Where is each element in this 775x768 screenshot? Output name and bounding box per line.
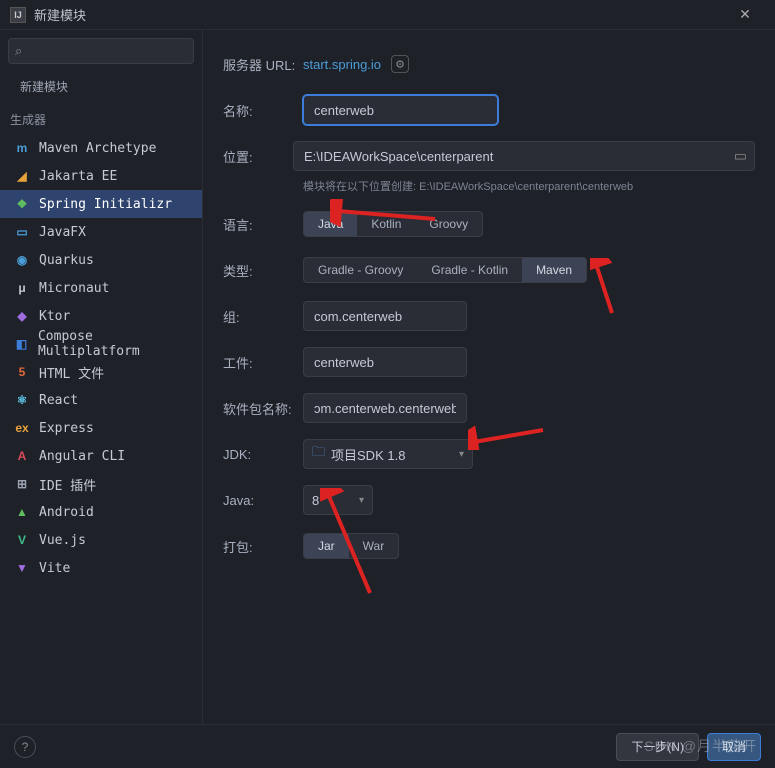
type-option[interactable]: Gradle - Groovy [304, 258, 417, 282]
sidebar-item-label: Ktor [39, 309, 70, 324]
compose-mp-icon: ◧ [14, 336, 29, 352]
sidebar-item-quarkus[interactable]: ◉ Quarkus [0, 246, 202, 274]
sidebar-item-label: JavaFX [39, 225, 86, 240]
package-input[interactable] [303, 393, 467, 423]
language-option[interactable]: Kotlin [357, 212, 415, 236]
sidebar-item-react[interactable]: ⚛ React [0, 386, 202, 414]
sidebar-item-label: IDE 插件 [39, 475, 96, 494]
sidebar-item-ktor[interactable]: ◆ Ktor [0, 302, 202, 330]
artifact-input[interactable] [303, 347, 467, 377]
server-url-label: 服务器 URL: [223, 55, 303, 74]
type-option[interactable]: Gradle - Kotlin [417, 258, 522, 282]
chevron-down-icon: ▾ [359, 495, 364, 506]
name-label: 名称: [223, 101, 303, 120]
sidebar-item-label: HTML 文件 [39, 363, 104, 382]
help-button[interactable]: ? [14, 736, 36, 758]
sidebar-item-maven-archetype[interactable]: m Maven Archetype [0, 134, 202, 162]
packaging-option[interactable]: War [349, 534, 399, 558]
window-title: 新建模块 [34, 5, 725, 24]
micronaut-icon: μ [14, 280, 30, 296]
form-panel: 服务器 URL: start.spring.io ⚙ 名称: 位置: ▭ 模块将… [203, 30, 775, 724]
sidebar-item-ide-plugin[interactable]: ⊞ IDE 插件 [0, 470, 202, 498]
sidebar-item-label: Micronaut [39, 281, 109, 296]
quarkus-icon: ◉ [14, 252, 30, 268]
type-label: 类型: [223, 261, 303, 280]
generator-list: m Maven Archetype ◢ Jakarta EE ❖ Spring Initi… [0, 134, 202, 582]
sidebar-item-label: Spring Initializr [39, 197, 172, 212]
sidebar-item-micronaut[interactable]: μ Micronaut [0, 274, 202, 302]
cancel-button[interactable]: 取消 [707, 733, 761, 761]
sidebar-item-label: Compose Multiplatform [38, 329, 192, 359]
type-option[interactable]: Maven [522, 258, 586, 282]
footer: ? 下一步(N) 取消 [0, 724, 775, 768]
server-url-link[interactable]: start.spring.io [303, 57, 381, 72]
search-input[interactable]: ⌕ [8, 38, 194, 64]
artifact-label: 工件: [223, 353, 303, 372]
maven-archetype-icon: m [14, 140, 30, 156]
sidebar-item-label: Maven Archetype [39, 141, 156, 156]
language-option[interactable]: Java [304, 212, 357, 236]
titlebar: IJ 新建模块 ✕ [0, 0, 775, 30]
sidebar-item-label: Jakarta EE [39, 169, 117, 184]
html-icon: 5 [14, 364, 30, 380]
sidebar-item-vuejs[interactable]: V Vue.js [0, 526, 202, 554]
sidebar-item-vite[interactable]: ▼ Vite [0, 554, 202, 582]
type-segmented: Gradle - GroovyGradle - KotlinMaven [303, 257, 587, 283]
sidebar-item-jakarta-ee[interactable]: ◢ Jakarta EE [0, 162, 202, 190]
spring-initializr-icon: ❖ [14, 196, 30, 212]
sidebar-item-label: Vite [39, 561, 70, 576]
generators-section-label: 生成器 [0, 101, 202, 134]
sidebar-item-label: React [39, 393, 78, 408]
language-segmented: JavaKotlinGroovy [303, 211, 483, 237]
chevron-down-icon: ▾ [459, 449, 464, 460]
location-label: 位置: [223, 147, 293, 166]
packaging-segmented: JarWar [303, 533, 399, 559]
sidebar-item-label: Express [39, 421, 94, 436]
react-icon: ⚛ [14, 392, 30, 408]
next-button[interactable]: 下一步(N) [616, 733, 699, 761]
sidebar-item-label: Vue.js [39, 533, 86, 548]
language-option[interactable]: Groovy [415, 212, 482, 236]
packaging-label: 打包: [223, 537, 303, 556]
javafx-icon: ▭ [14, 224, 30, 240]
location-input[interactable] [293, 141, 755, 171]
sidebar-item-express[interactable]: ex Express [0, 414, 202, 442]
group-label: 组: [223, 307, 303, 326]
angular-icon: A [14, 448, 30, 464]
sidebar-item-android[interactable]: ▲ Android [0, 498, 202, 526]
java-label: Java: [223, 493, 303, 508]
packaging-option[interactable]: Jar [304, 534, 349, 558]
folder-icon: 🗀 [312, 443, 325, 465]
android-icon: ▲ [14, 504, 30, 520]
folder-icon[interactable]: ▭ [734, 148, 747, 165]
group-input[interactable] [303, 301, 467, 331]
sidebar-item-label: Android [39, 505, 94, 520]
ide-plugin-icon: ⊞ [14, 476, 30, 492]
sidebar-item-spring-initializr[interactable]: ❖ Spring Initializr [0, 190, 202, 218]
sidebar-item-javafx[interactable]: ▭ JavaFX [0, 218, 202, 246]
package-label: 软件包名称: [223, 399, 303, 418]
sidebar-item-label: Quarkus [39, 253, 94, 268]
search-icon: ⌕ [15, 43, 22, 59]
sidebar-root[interactable]: 新建模块 [0, 72, 202, 101]
jdk-dropdown[interactable]: 🗀 项目SDK 1.8 ▾ [303, 439, 473, 469]
jakarta-ee-icon: ◢ [14, 168, 30, 184]
language-label: 语言: [223, 215, 303, 234]
gear-icon[interactable]: ⚙ [391, 55, 409, 73]
close-icon[interactable]: ✕ [725, 6, 765, 23]
express-icon: ex [14, 420, 30, 436]
sidebar-item-html[interactable]: 5 HTML 文件 [0, 358, 202, 386]
vite-icon: ▼ [14, 560, 30, 576]
app-icon: IJ [10, 7, 26, 23]
name-input[interactable] [303, 95, 498, 125]
sidebar-item-angular[interactable]: A Angular CLI [0, 442, 202, 470]
location-hint: 模块将在以下位置创建: E:\IDEAWorkSpace\centerparen… [303, 178, 755, 194]
ktor-icon: ◆ [14, 308, 30, 324]
java-dropdown[interactable]: 8 ▾ [303, 485, 373, 515]
sidebar-item-label: Angular CLI [39, 449, 125, 464]
sidebar-item-compose-mp[interactable]: ◧ Compose Multiplatform [0, 330, 202, 358]
jdk-label: JDK: [223, 447, 303, 462]
vuejs-icon: V [14, 532, 30, 548]
sidebar: ⌕ 新建模块 生成器 m Maven Archetype ◢ Jakarta EE ❖ S… [0, 30, 203, 724]
